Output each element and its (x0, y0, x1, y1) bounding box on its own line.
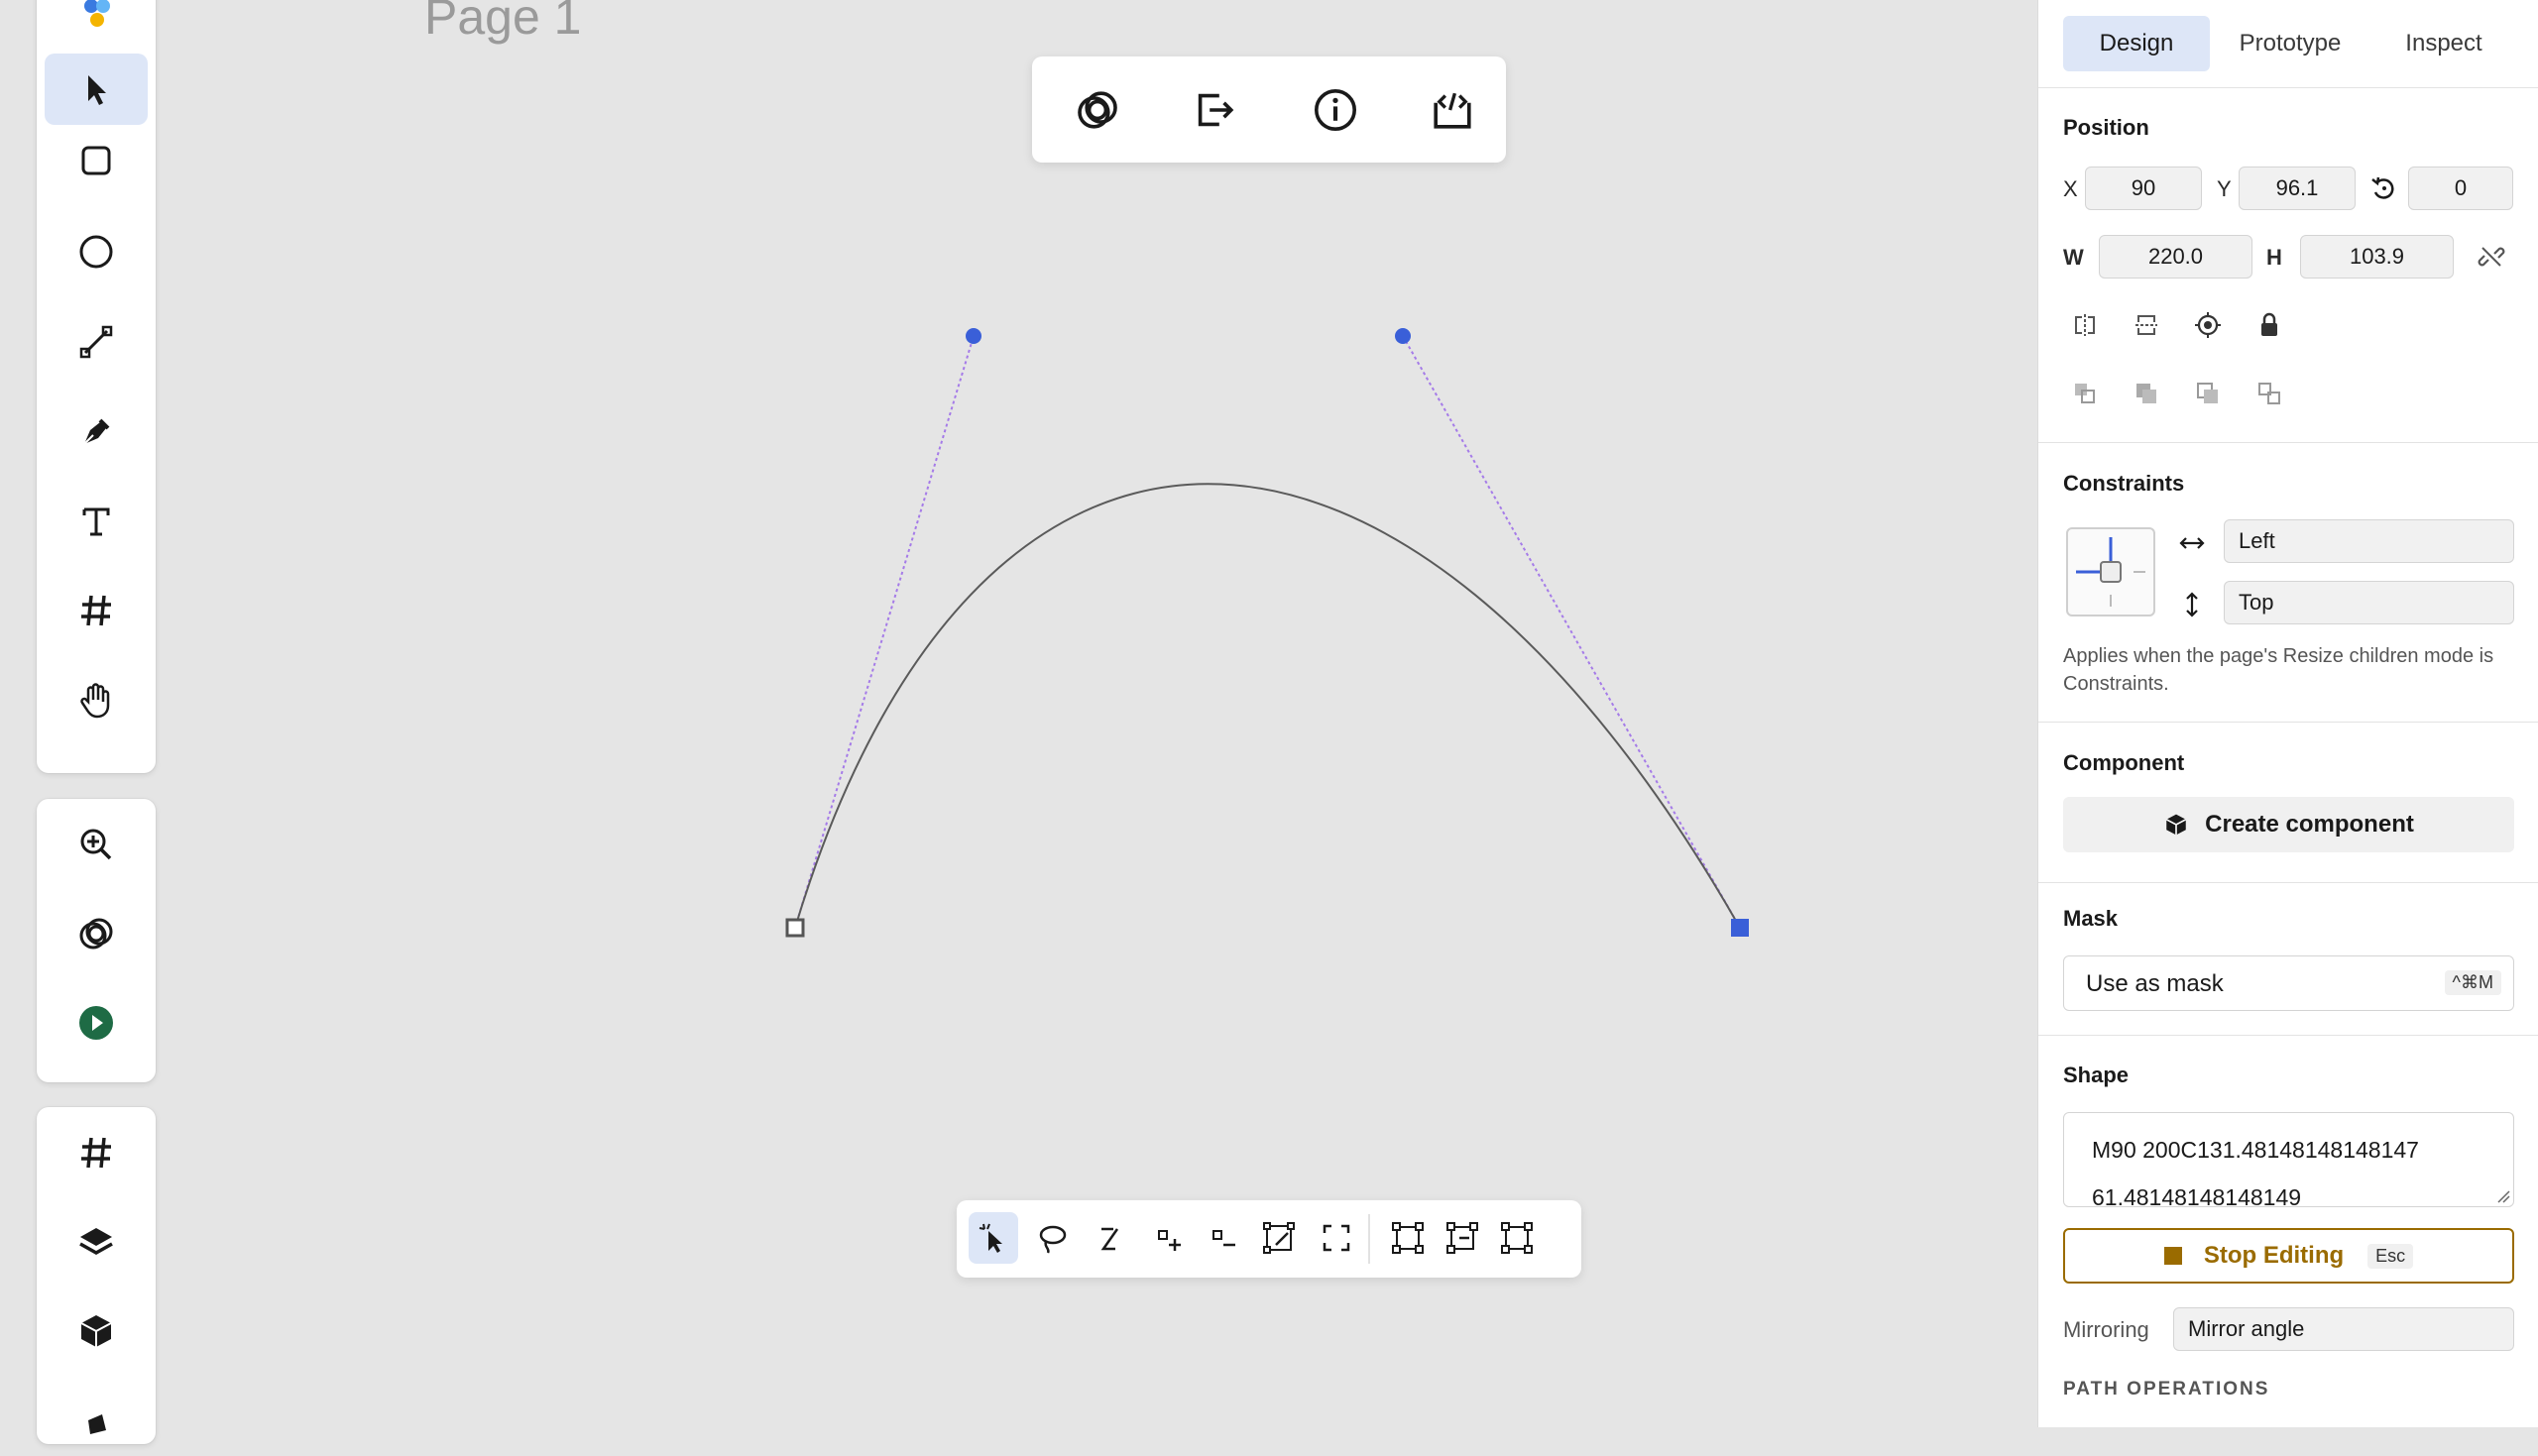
position-divider (2038, 442, 2538, 443)
flip-horizontal-icon[interactable] (2068, 308, 2102, 342)
send-to-back-icon[interactable] (2252, 377, 2286, 410)
lasso-button[interactable] (1028, 1212, 1078, 1264)
design-panel: Design Prototype Inspect Position X 90 Y… (2037, 0, 2538, 1427)
y-field[interactable]: 96.1 (2239, 167, 2356, 210)
tab-inspect[interactable]: Inspect (2370, 16, 2517, 71)
select-node-icon (979, 1223, 1002, 1253)
tab-prototype[interactable]: Prototype (2217, 16, 2364, 71)
bring-forward-icon[interactable] (2068, 377, 2102, 410)
create-component-button[interactable]: Create component (2063, 797, 2514, 852)
anchor-point-end[interactable] (1731, 919, 1749, 937)
use-as-mask-label: Use as mask (2086, 970, 2224, 997)
bezier-curve[interactable] (794, 483, 1741, 929)
mask-shortcut: ^⌘M (2444, 970, 2501, 995)
transform-icon (1263, 1222, 1295, 1254)
constraints-widget[interactable] (2066, 527, 2155, 616)
width-field[interactable]: 220.0 (2099, 235, 2252, 279)
curve-button[interactable] (1086, 1212, 1135, 1264)
vertical-arrows-icon (2175, 588, 2209, 621)
control-point-1[interactable] (966, 328, 981, 344)
align-right-button[interactable] (1492, 1212, 1542, 1264)
use-as-mask-button[interactable]: Use as mask ^⌘M (2063, 955, 2514, 1011)
close-path-button[interactable] (1312, 1212, 1361, 1264)
align-center-button[interactable] (1438, 1212, 1487, 1264)
path-data-line1: M90 200C131.48148148148147 (2092, 1137, 2419, 1163)
control-point-2[interactable] (1395, 328, 1411, 344)
constraints-diagram-icon (2076, 537, 2145, 607)
stop-square-icon (2163, 1247, 2182, 1265)
transform-button[interactable] (1254, 1212, 1304, 1264)
constraints-title: Constraints (2063, 471, 2185, 496)
horizontal-constraint-select[interactable]: Left (2224, 519, 2514, 563)
mirroring-label: Mirroring (2063, 1317, 2149, 1342)
resize-handle-icon (2497, 1190, 2510, 1203)
align-left-icon (1392, 1222, 1424, 1254)
stop-editing-button[interactable]: Stop Editing Esc (2063, 1228, 2514, 1284)
path-operations-title: PATH OPERATIONS (2063, 1379, 2270, 1400)
send-backward-icon[interactable] (2191, 377, 2225, 410)
close-path-icon (1323, 1224, 1350, 1252)
rotation-icon (2366, 171, 2400, 205)
shape-title: Shape (2063, 1063, 2130, 1087)
align-center-icon (1446, 1222, 1478, 1254)
target-icon[interactable] (2191, 308, 2225, 342)
flip-vertical-icon[interactable] (2130, 308, 2163, 342)
lock-icon[interactable] (2252, 308, 2286, 342)
anchor-point-start[interactable] (785, 918, 805, 938)
add-node-button[interactable] (1145, 1212, 1195, 1264)
path-data-textarea[interactable]: M90 200C131.48148148148147 61.4814814814… (2063, 1112, 2514, 1207)
mask-title: Mask (2063, 906, 2119, 931)
h-label: H (2266, 245, 2282, 270)
curve-icon (1100, 1227, 1119, 1251)
control-handle-line-end (1402, 335, 1741, 929)
align-left-button[interactable] (1383, 1212, 1433, 1264)
path-edit-toolbar (957, 1200, 1581, 1278)
remove-node-icon (1212, 1230, 1235, 1247)
position-title: Position (2063, 115, 2149, 140)
component-divider (2038, 882, 2538, 883)
stop-editing-label: Stop Editing (2203, 1242, 2345, 1269)
lasso-icon (1039, 1225, 1067, 1254)
vertical-constraint-select[interactable]: Top (2224, 581, 2514, 624)
mask-divider (2038, 1035, 2538, 1036)
unlink-icon[interactable] (2475, 240, 2508, 274)
control-handle-line-start (794, 335, 975, 929)
align-right-icon (1501, 1222, 1533, 1254)
stop-editing-shortcut: Esc (2367, 1243, 2414, 1269)
constraints-divider (2038, 722, 2538, 723)
bring-to-front-icon[interactable] (2130, 377, 2163, 410)
add-node-icon (1158, 1230, 1181, 1251)
height-field[interactable]: 103.9 (2300, 235, 2454, 279)
select-node-button[interactable] (969, 1212, 1018, 1264)
y-label: Y (2217, 176, 2232, 201)
mirroring-select[interactable]: Mirror angle (2173, 1307, 2514, 1351)
rotation-field[interactable]: 0 (2408, 167, 2513, 210)
path-data-line2: 61.48148148148149 (2092, 1184, 2302, 1207)
x-label: X (2063, 176, 2078, 201)
cube-icon (2166, 814, 2187, 836)
tabs-divider (2038, 87, 2538, 88)
w-label: W (2063, 245, 2084, 270)
tab-design[interactable]: Design (2063, 16, 2210, 71)
remove-node-button[interactable] (1200, 1212, 1249, 1264)
create-component-label: Create component (2205, 811, 2414, 838)
toolbar-separator (1368, 1214, 1370, 1264)
constraints-note: Applies when the page's Resize children … (2063, 645, 2494, 695)
horizontal-arrows-icon (2175, 526, 2209, 560)
component-title: Component (2063, 750, 2185, 775)
x-field[interactable]: 90 (2085, 167, 2202, 210)
